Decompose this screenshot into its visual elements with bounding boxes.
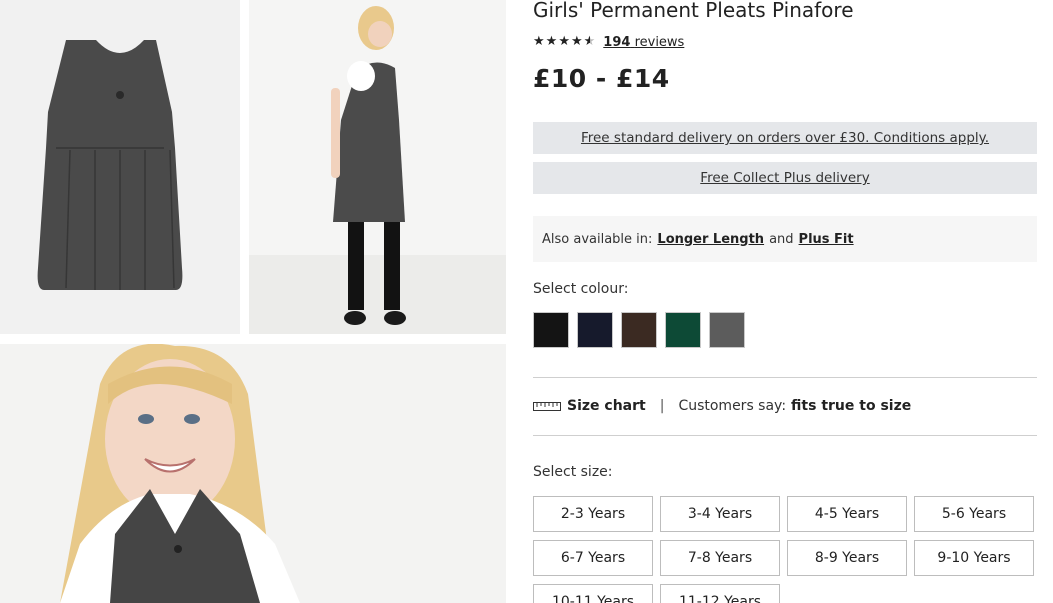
star-icon: ★ bbox=[558, 34, 570, 49]
pinafore-flat-image bbox=[37, 40, 183, 290]
product-title: Girls' Permanent Pleats Pinafore bbox=[533, 0, 854, 22]
half-star-icon: ★ bbox=[583, 34, 596, 49]
delivery-banner: Free standard delivery on orders over £3… bbox=[533, 122, 1037, 154]
girl-smiling-closeup-image bbox=[60, 344, 300, 603]
collect-plus-banner: Free Collect Plus delivery bbox=[533, 162, 1037, 194]
product-image-flat[interactable] bbox=[0, 0, 240, 334]
size-option-7-8[interactable]: 7-8 Years bbox=[660, 540, 780, 576]
price: £10 - £14 bbox=[533, 64, 670, 93]
colour-swatch-navy[interactable] bbox=[577, 312, 613, 348]
star-icon: ★ bbox=[570, 34, 583, 49]
select-colour-label: Select colour: bbox=[533, 281, 629, 297]
colour-swatch-black[interactable] bbox=[533, 312, 569, 348]
product-image-back[interactable] bbox=[249, 0, 506, 334]
size-option-6-7[interactable]: 6-7 Years bbox=[533, 540, 653, 576]
customers-say-label: Customers say: bbox=[678, 398, 787, 414]
colour-swatches bbox=[533, 312, 745, 348]
colour-swatch-green[interactable] bbox=[665, 312, 701, 348]
girl-back-view-image bbox=[249, 6, 506, 334]
plus-fit-link[interactable]: Plus Fit bbox=[799, 232, 854, 247]
size-chart-link[interactable]: Size chart bbox=[567, 398, 646, 414]
size-option-8-9[interactable]: 8-9 Years bbox=[787, 540, 907, 576]
divider bbox=[533, 435, 1037, 436]
also-available-label: Also available in: bbox=[542, 231, 653, 247]
colour-swatch-grey[interactable] bbox=[709, 312, 745, 348]
size-option-5-6[interactable]: 5-6 Years bbox=[914, 496, 1034, 532]
reviews-label: reviews bbox=[634, 34, 685, 50]
rating-row: ★ ★ ★ ★ ★ 194 reviews bbox=[533, 34, 684, 50]
delivery-conditions-link[interactable]: Free standard delivery on orders over £3… bbox=[581, 130, 989, 146]
size-option-2-3[interactable]: 2-3 Years bbox=[533, 496, 653, 532]
product-image-closeup[interactable] bbox=[0, 344, 506, 603]
size-option-9-10[interactable]: 9-10 Years bbox=[914, 540, 1034, 576]
longer-length-link[interactable]: Longer Length bbox=[657, 232, 764, 247]
review-count: 194 bbox=[603, 34, 631, 50]
star-rating: ★ ★ ★ ★ ★ bbox=[533, 34, 595, 50]
reviews-link[interactable]: 194 reviews bbox=[603, 35, 684, 50]
also-available-joiner: and bbox=[769, 231, 794, 247]
size-options: 2-3 Years 3-4 Years 4-5 Years 5-6 Years … bbox=[533, 496, 1037, 603]
fit-info-row: Size chart | Customers say: fits true to… bbox=[533, 398, 911, 414]
star-icon: ★ bbox=[533, 34, 545, 49]
size-option-10-11[interactable]: 10-11 Years bbox=[533, 584, 653, 603]
divider bbox=[533, 377, 1037, 378]
colour-swatch-brown[interactable] bbox=[621, 312, 657, 348]
also-available-box: Also available in: Longer Length and Plu… bbox=[533, 216, 1037, 262]
collect-plus-link[interactable]: Free Collect Plus delivery bbox=[700, 170, 869, 186]
product-details-panel: Girls' Permanent Pleats Pinafore ★ ★ ★ ★… bbox=[533, 0, 1037, 603]
size-option-11-12[interactable]: 11-12 Years bbox=[660, 584, 780, 603]
select-size-label: Select size: bbox=[533, 464, 613, 480]
size-option-3-4[interactable]: 3-4 Years bbox=[660, 496, 780, 532]
product-image-gallery bbox=[0, 0, 507, 603]
separator: | bbox=[659, 398, 665, 414]
ruler-icon bbox=[533, 402, 561, 411]
star-icon: ★ bbox=[545, 34, 558, 49]
fit-value: fits true to size bbox=[791, 398, 912, 414]
size-option-4-5[interactable]: 4-5 Years bbox=[787, 496, 907, 532]
